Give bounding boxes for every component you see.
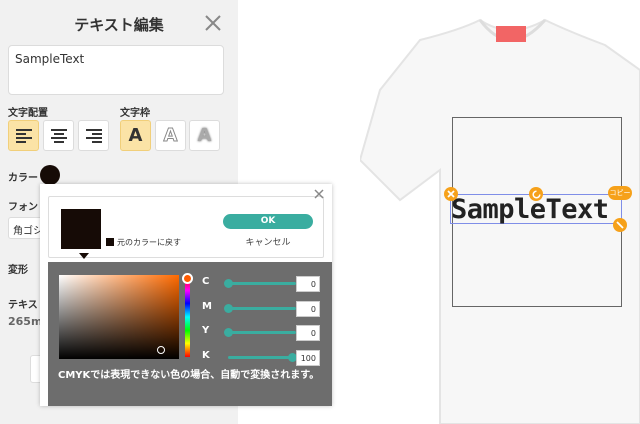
channel-c-track[interactable] (228, 282, 296, 285)
text-size-value: 265m (8, 315, 43, 328)
color-preview-area: 元のカラーに戻す OK キャンセル (48, 196, 324, 259)
align-center-icon (50, 128, 67, 143)
channel-k-input[interactable]: 100 (296, 350, 320, 366)
color-picker-body: C 0 M 0 Y 0 K 100 CMYKでは表現できない色の場合、自動で変換… (48, 262, 332, 406)
ok-button[interactable]: OK (223, 214, 313, 229)
resize-handle[interactable] (613, 218, 627, 232)
channel-c-input[interactable]: 0 (296, 276, 320, 292)
color-picker-popup: 元のカラーに戻す OK キャンセル C 0 M 0 Y 0 K 100 CMYK… (40, 184, 332, 406)
close-icon[interactable] (313, 188, 325, 200)
frame-outline-button[interactable]: A (155, 120, 186, 151)
frame-shadow-button[interactable]: A (189, 120, 220, 151)
current-color-swatch (61, 209, 101, 249)
cancel-button[interactable]: キャンセル (223, 235, 313, 248)
channel-k-track[interactable] (228, 356, 296, 359)
hue-slider[interactable] (185, 277, 190, 357)
align-label: 文字配置 (8, 108, 48, 119)
channel-m-track[interactable] (228, 307, 296, 310)
channel-m-label: M (202, 301, 212, 312)
cmyk-note: CMYKでは表現できない色の場合、自動で変換されます。 (58, 370, 320, 381)
channel-m-knob[interactable] (224, 304, 233, 313)
copy-handle[interactable]: コピー (608, 186, 632, 200)
align-left-button[interactable] (8, 120, 39, 151)
align-right-button[interactable] (78, 120, 109, 151)
channel-k-label: K (202, 350, 210, 361)
hue-cursor[interactable] (182, 273, 193, 284)
rotate-handle[interactable] (529, 187, 543, 201)
channel-y-knob[interactable] (224, 328, 233, 337)
channel-c-knob[interactable] (224, 279, 233, 288)
revert-color-link[interactable]: 元のカラーに戻す (117, 237, 181, 248)
color-label: カラー (8, 173, 38, 184)
delete-handle[interactable] (444, 187, 458, 201)
align-center-button[interactable] (43, 120, 74, 151)
color-swatch-button[interactable] (40, 165, 60, 185)
align-left-icon (15, 128, 32, 143)
channel-y-track[interactable] (228, 331, 296, 334)
resize-icon (616, 221, 624, 229)
frame-shadow-glyph: A (197, 125, 212, 146)
text-input[interactable]: SampleText (8, 45, 224, 95)
rotate-icon (531, 189, 541, 199)
channel-y-input[interactable]: 0 (296, 325, 320, 341)
frame-none-button[interactable]: A (120, 120, 151, 151)
channel-m-input[interactable]: 0 (296, 301, 320, 317)
swatch-pointer (79, 253, 89, 259)
channel-y-label: Y (202, 325, 210, 336)
channel-c-label: C (202, 276, 210, 287)
sv-cursor[interactable] (157, 346, 165, 354)
frame-none-glyph: A (128, 125, 143, 146)
align-right-icon (85, 128, 102, 143)
frame-outline-glyph: A (163, 125, 178, 147)
transform-label: 変形 (8, 265, 28, 276)
close-icon[interactable] (202, 12, 224, 34)
close-icon (447, 190, 455, 198)
frame-label: 文字枠 (120, 108, 150, 119)
original-color-swatch[interactable] (106, 238, 114, 246)
